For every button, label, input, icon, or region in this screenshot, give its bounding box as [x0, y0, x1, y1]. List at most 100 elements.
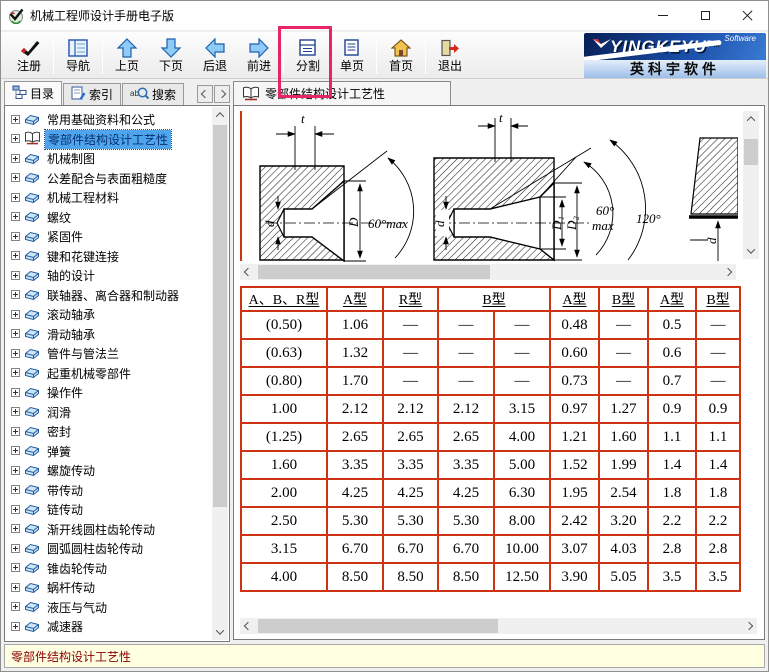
tree-item[interactable]: 联轴器、离合器和制动器 [8, 286, 229, 306]
tree-item[interactable]: 蜗杆传动 [8, 578, 229, 598]
tree-item-label[interactable]: 联轴器、离合器和制动器 [44, 286, 182, 305]
tree-item[interactable]: 弹簧 [8, 442, 229, 462]
tree-item-label[interactable]: 密封 [44, 422, 74, 441]
expand-plus-icon[interactable] [8, 171, 20, 185]
tree-item-label[interactable]: 操作件 [44, 383, 86, 402]
tree-item[interactable]: 渐开线圆柱齿轮传动 [8, 520, 229, 540]
close-button[interactable] [726, 1, 768, 30]
tree-item[interactable]: 管件与管法兰 [8, 344, 229, 364]
tree-item-label[interactable]: 螺纹 [44, 208, 74, 227]
expand-plus-icon[interactable] [8, 483, 20, 497]
tree-item[interactable]: 螺纹 [8, 208, 229, 228]
tree-item[interactable]: 起重机械零部件 [8, 364, 229, 384]
tree-item[interactable]: 操作件 [8, 383, 229, 403]
tree-item-label[interactable]: 螺旋传动 [44, 461, 98, 480]
toolbar-button-page-up[interactable]: 上页 [105, 33, 149, 77]
minimize-button[interactable] [642, 1, 684, 30]
tab-scroll-right-icon[interactable] [214, 85, 230, 103]
expand-plus-icon[interactable] [8, 405, 20, 419]
tree-item-label[interactable]: 带传动 [44, 481, 86, 500]
tree-item[interactable]: 轴的设计 [8, 266, 229, 286]
tree-item-label[interactable]: 轴的设计 [44, 266, 98, 285]
tree-item[interactable]: 圆弧圆柱齿轮传动 [8, 539, 229, 559]
tree-item-label[interactable]: 渐开线圆柱齿轮传动 [44, 520, 158, 539]
table-scroll-left-icon[interactable] [240, 618, 256, 634]
tree-item[interactable]: 紧固件 [8, 227, 229, 247]
tree-item-label[interactable]: 减速器 [44, 617, 86, 636]
expand-plus-icon[interactable] [8, 366, 20, 380]
tree-item-label[interactable]: 零部件结构设计工艺性 [45, 130, 171, 149]
tab-current-document[interactable]: 零部件结构设计工艺性 [233, 81, 451, 105]
tree-item[interactable]: 常用基础资料和公式 [8, 110, 229, 130]
expand-plus-icon[interactable] [8, 230, 20, 244]
toolbar-button-page-down[interactable]: 下页 [149, 33, 193, 77]
expand-plus-icon[interactable] [8, 210, 20, 224]
expand-plus-icon[interactable] [8, 327, 20, 341]
tree-item-label[interactable]: 起重机械零部件 [44, 364, 134, 383]
expand-plus-icon[interactable] [8, 191, 20, 205]
tree-item[interactable]: 链传动 [8, 500, 229, 520]
tree-item-label[interactable]: 机械工程材料 [44, 188, 122, 207]
tree-item[interactable]: 带传动 [8, 481, 229, 501]
expand-plus-icon[interactable] [8, 503, 20, 517]
tree-scrollbar[interactable] [212, 107, 228, 640]
tree-scrollbar-thumb[interactable] [213, 125, 227, 507]
tree-item-label[interactable]: 公差配合与表面粗糙度 [44, 169, 170, 188]
expand-plus-icon[interactable] [8, 522, 20, 536]
table-scroll-right-icon[interactable] [741, 618, 757, 634]
tree-item[interactable]: 公差配合与表面粗糙度 [8, 169, 229, 189]
toolbar-button-register[interactable]: 注册 [7, 33, 51, 77]
tree-item[interactable]: 锥齿轮传动 [8, 559, 229, 579]
toolbar-button-exit[interactable]: 退出 [428, 33, 472, 77]
toolbar-button-navigator[interactable]: 导航 [56, 33, 100, 77]
expand-plus-icon[interactable] [8, 386, 20, 400]
expand-plus-icon[interactable] [8, 425, 20, 439]
sidebar-tab-search[interactable]: ab搜索 [122, 83, 184, 105]
expand-plus-icon[interactable] [8, 581, 20, 595]
drawing-scroll-down-icon[interactable] [743, 243, 759, 259]
table-hscrollbar-thumb[interactable] [258, 619, 498, 633]
tree-item[interactable]: 螺旋传动 [8, 461, 229, 481]
tree-item[interactable]: 润滑 [8, 403, 229, 423]
tree-item-label[interactable]: 机械制图 [44, 149, 98, 168]
expand-plus-icon[interactable] [8, 444, 20, 458]
drawing-scroll-left-icon[interactable] [240, 264, 256, 280]
expand-plus-icon[interactable] [8, 132, 20, 146]
tree-item-label[interactable]: 液压与气动 [44, 598, 110, 617]
expand-plus-icon[interactable] [8, 464, 20, 478]
sidebar-tab-index[interactable]: 索引 [63, 83, 121, 105]
tree-item-label[interactable]: 锥齿轮传动 [44, 559, 110, 578]
tree-item-label[interactable]: 滚动轴承 [44, 305, 98, 324]
drawing-vscrollbar-thumb[interactable] [744, 139, 758, 165]
drawing-horizontal-scrollbar[interactable] [240, 264, 736, 280]
toolbar-button-home[interactable]: 首页 [379, 33, 423, 77]
drawing-scroll-up-icon[interactable] [743, 111, 759, 127]
toolbar-button-split[interactable]: 分割 [286, 33, 330, 77]
tree-item[interactable]: 液压与气动 [8, 598, 229, 618]
tree-item-label[interactable]: 润滑 [44, 403, 74, 422]
toolbar-button-forward[interactable]: 前进 [237, 33, 281, 77]
tree-item-label[interactable]: 弹簧 [44, 442, 74, 461]
tree-item[interactable]: 密封 [8, 422, 229, 442]
tree-item[interactable]: 滑动轴承 [8, 325, 229, 345]
expand-plus-icon[interactable] [8, 620, 20, 634]
tree-item-label[interactable]: 圆弧圆柱齿轮传动 [44, 539, 146, 558]
tree-item[interactable]: 零部件结构设计工艺性 [8, 130, 229, 150]
drawing-vertical-scrollbar[interactable] [743, 111, 759, 259]
tree-item[interactable]: 减速器 [8, 617, 229, 637]
toolbar-button-single-page[interactable]: 单页 [330, 33, 374, 77]
tree-item-label[interactable]: 紧固件 [44, 227, 86, 246]
tree-item[interactable]: 键和花键连接 [8, 247, 229, 267]
expand-plus-icon[interactable] [8, 561, 20, 575]
tree-item-label[interactable]: 链传动 [44, 500, 86, 519]
tree-scroll-up-icon[interactable] [212, 107, 228, 123]
expand-plus-icon[interactable] [8, 113, 20, 127]
tree-item[interactable]: 机械工程材料 [8, 188, 229, 208]
expand-plus-icon[interactable] [8, 600, 20, 614]
tree-item[interactable]: 机械制图 [8, 149, 229, 169]
drawing-hscrollbar-thumb[interactable] [258, 265, 490, 279]
drawing-scroll-right-icon[interactable] [720, 264, 736, 280]
tree-item-label[interactable]: 管件与管法兰 [44, 344, 122, 363]
tree-item-label[interactable]: 滑动轴承 [44, 325, 98, 344]
expand-plus-icon[interactable] [8, 308, 20, 322]
